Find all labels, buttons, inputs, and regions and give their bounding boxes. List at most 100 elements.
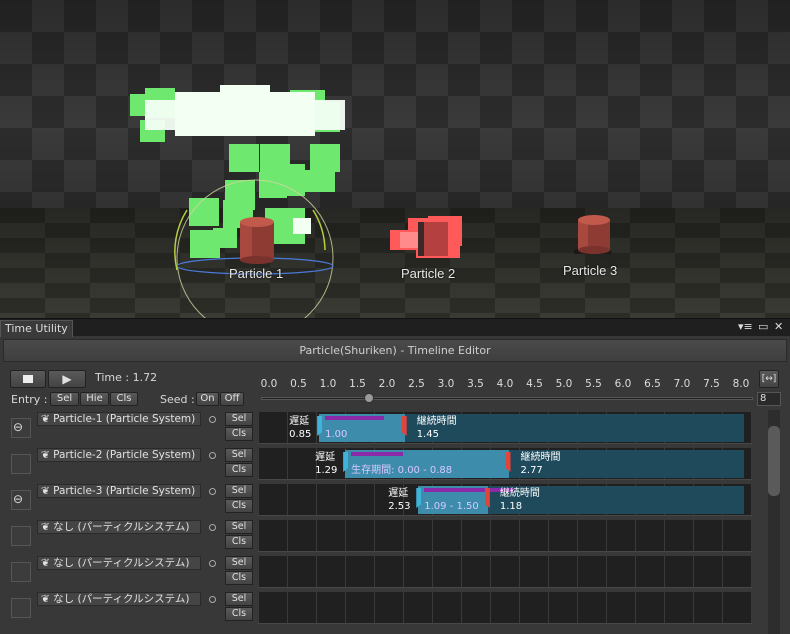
delay-value: 0.85 [289,429,312,440]
row-target-icon[interactable] [209,596,216,603]
fit-button[interactable]: [↔] [759,370,779,388]
row-target-icon[interactable] [209,452,216,459]
duration-label: 継続時間 [416,416,457,427]
tab-bar: Time Utility ▾≡ ▭ ✕ [0,318,790,337]
ruler-tick: 7.0 [673,378,691,390]
particle-3-label: Particle 3 [563,263,618,278]
row-sel-button[interactable]: Sel [225,556,253,570]
row-object-field[interactable]: ❦ なし (パーティクルシステム) [37,556,201,570]
row-sel-button[interactable]: Sel [225,484,253,498]
row-object-name: Particle-1 (Particle System) [53,413,196,425]
particle-system-icon: ❦ [41,593,54,605]
row-target-icon[interactable] [209,524,216,531]
delay-label: 遅延 [315,452,336,463]
row-sel-button[interactable]: Sel [225,520,253,534]
row-link-toggle[interactable] [11,526,31,546]
ruler-tick: 3.0 [437,378,455,390]
seed-label: Seed : [160,393,195,406]
ruler-tick: 8.0 [732,378,750,390]
stop-button[interactable] [10,370,46,388]
delay-label: 遅延 [388,488,409,499]
row-object-name: なし (パーティクルシステム) [53,521,190,533]
time-slider-handle[interactable] [364,393,374,403]
timeline-track[interactable] [258,592,752,624]
row-sel-button[interactable]: Sel [225,592,253,606]
row-cls-button[interactable]: Cls [225,607,253,621]
scene-view[interactable]: Particle 1 Particle 2 Particle 3 [0,0,790,318]
particle-system-icon: ❦ [41,521,54,533]
row-cls-button[interactable]: Cls [225,427,253,441]
ruler-tick: 5.5 [585,378,602,390]
time-slider[interactable] [261,397,753,400]
row-object-field[interactable]: ❦ なし (パーティクルシステム) [37,592,201,606]
ruler-tick: 3.5 [467,378,484,390]
entry-label: Entry : [11,393,48,406]
ruler-tick: 1.5 [349,378,366,390]
delay-value: 2.53 [388,501,411,512]
ruler-tick: 0.5 [290,378,307,390]
row-object-field[interactable]: ❦ なし (パーティクルシステム) [37,520,201,534]
particle-2-effect [390,216,462,258]
time-utility-panel: Time Utility ▾≡ ▭ ✕ Particle(Shuriken) -… [0,318,790,634]
particle-system-icon: ❦ [41,557,54,569]
row-link-toggle[interactable]: ⊖ [11,490,31,510]
row-cls-button[interactable]: Cls [225,499,253,513]
lifetime-bar [325,416,385,420]
row-link-toggle[interactable] [11,454,31,474]
menu-icon[interactable]: ▾≡ [738,320,753,333]
particle-1-emitter [240,217,274,264]
tab-time-utility[interactable]: Time Utility [0,320,73,337]
row-object-field[interactable]: ❦ Particle-1 (Particle System) [37,412,201,426]
ruler-tick: 1.0 [319,378,337,390]
seed-off-button[interactable]: Off [220,392,244,406]
close-icon[interactable]: ✕ [774,320,783,333]
row-target-icon[interactable] [209,416,216,423]
maximize-icon[interactable]: ▭ [758,320,768,333]
timeline-track[interactable]: 遅延 2.53 1.09 - 1.50 継続時間 1.18 [258,484,752,516]
row-link-toggle[interactable] [11,562,31,582]
entry-hie-button[interactable]: Hie [80,392,109,406]
ruler-tick: 7.5 [703,378,720,390]
duration-label: 継続時間 [499,488,540,499]
play-button[interactable]: ▶ [48,370,86,388]
entry-cls-button[interactable]: Cls [110,392,138,406]
row-object-name: Particle-3 (Particle System) [53,485,196,497]
row-link-toggle[interactable] [11,598,31,618]
particle-1-effect [130,85,345,318]
row-sel-button[interactable]: Sel [225,412,253,426]
row-cls-button[interactable]: Cls [225,463,253,477]
timeline-track[interactable] [258,556,752,588]
row-target-icon[interactable] [209,560,216,567]
lifetime-value: 1.09 - 1.50 [424,501,479,512]
lifetime-bar [351,452,404,456]
entry-sel-button[interactable]: Sel [50,392,79,406]
lifetime-value: 1.00 [325,429,348,440]
max-time-field[interactable]: 8 [757,392,781,406]
ruler-tick: 4.0 [496,378,514,390]
row-cls-button[interactable]: Cls [225,571,253,585]
time-readout: Time : 1.72 [95,371,158,384]
stop-icon [23,375,33,383]
particle-system-icon: ❦ [41,485,54,497]
ruler-tick: 6.0 [614,378,632,390]
scrollbar-thumb[interactable] [768,426,780,496]
timeline-track[interactable] [258,520,752,552]
timeline-track[interactable]: 遅延 0.85 1.00 継続時間 1.45 [258,412,752,444]
row-object-field[interactable]: ❦ Particle-3 (Particle System) [37,484,201,498]
lifetime-value: 生存期間: 0.00 - 0.88 [351,465,453,476]
play-icon: ▶ [62,372,72,386]
row-object-field[interactable]: ❦ Particle-2 (Particle System) [37,448,201,462]
row-target-icon[interactable] [209,488,216,495]
link-icon: ⊖ [13,420,24,434]
row-link-toggle[interactable]: ⊖ [11,418,31,438]
row-object-name: なし (パーティクルシステム) [53,593,190,605]
row-sel-button[interactable]: Sel [225,448,253,462]
seed-on-button[interactable]: On [196,392,219,406]
timeline-track[interactable]: 遅延 1.29 生存期間: 0.00 - 0.88 継続時間 2.77 [258,448,752,480]
ruler-tick: 5.0 [555,378,573,390]
duration-label: 継続時間 [520,452,561,463]
ruler-tick: 4.5 [526,378,543,390]
delay-value: 1.29 [315,465,338,476]
particle-1-label: Particle 1 [229,266,284,281]
row-cls-button[interactable]: Cls [225,535,253,549]
